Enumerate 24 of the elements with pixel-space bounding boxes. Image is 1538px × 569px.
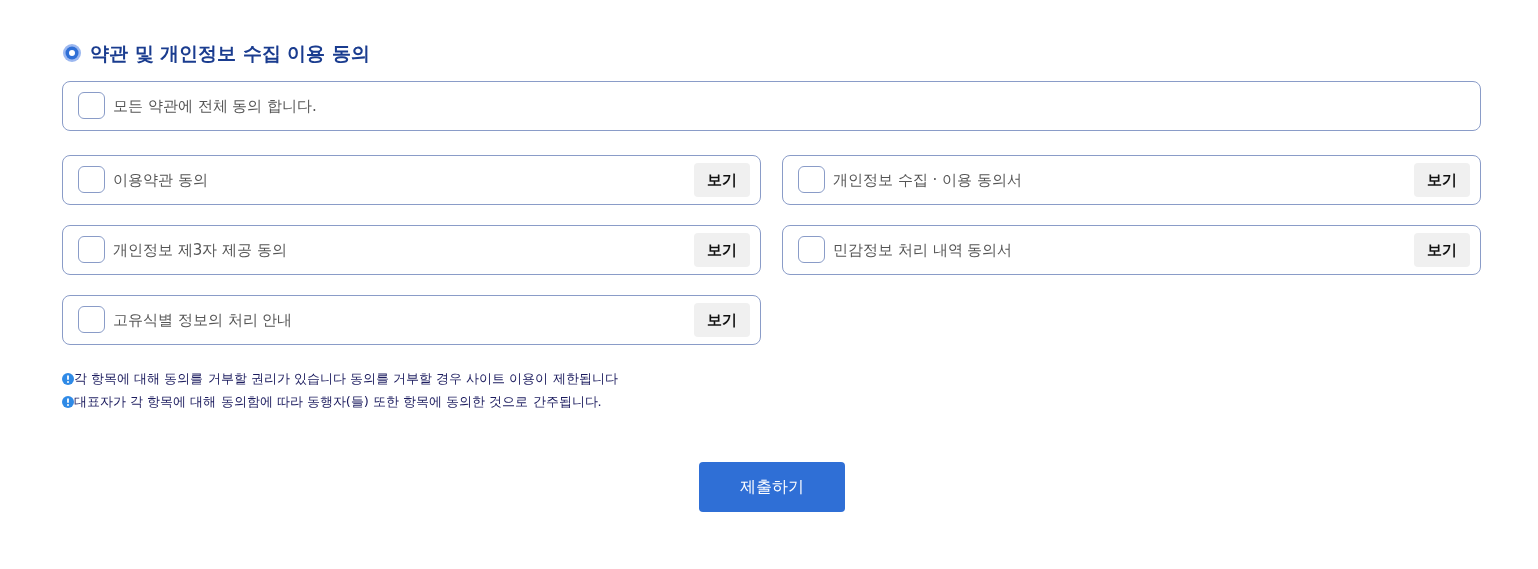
checkbox[interactable] — [78, 236, 105, 264]
view-button[interactable]: 보기 — [694, 232, 750, 268]
view-button[interactable]: 보기 — [1414, 162, 1470, 198]
agreement-label: 개인정보 수집 · 이용 동의서 — [833, 169, 1022, 191]
notice-text: 각 항목에 대해 동의를 거부할 권리가 있습니다 동의를 거부할 경우 사이트 이용이 제한됩니다 — [74, 369, 618, 388]
info-icon — [62, 396, 74, 409]
checkbox[interactable] — [78, 92, 105, 120]
submit-button[interactable]: 제출하기 — [698, 461, 845, 512]
agreement-label: 이용약관 동의 — [113, 169, 208, 191]
checkbox[interactable] — [78, 306, 105, 334]
checkbox[interactable] — [798, 166, 825, 194]
info-icon — [62, 372, 74, 385]
checkbox[interactable] — [78, 166, 105, 194]
radio-bullet-icon — [62, 43, 82, 64]
section-title: 약관 및 개인정보 수집 이용 동의 — [90, 42, 371, 65]
view-button[interactable]: 보기 — [694, 162, 750, 198]
checkbox[interactable] — [798, 236, 825, 264]
notice-text: 대표자가 각 항목에 대해 동의함에 따라 동행자(들) 또한 항목에 동의한 것으로 간주됩니다. — [74, 393, 602, 412]
agreement-label: 민감정보 처리 내역 동의서 — [833, 239, 1013, 261]
view-button[interactable]: 보기 — [694, 302, 750, 338]
agreement-label: 개인정보 제3자 제공 동의 — [113, 239, 287, 261]
agreement-label: 고유식별 정보의 처리 안내 — [113, 309, 293, 331]
agreement-label: 모든 약관에 전체 동의 합니다. — [113, 95, 317, 117]
view-button[interactable]: 보기 — [1414, 232, 1470, 268]
